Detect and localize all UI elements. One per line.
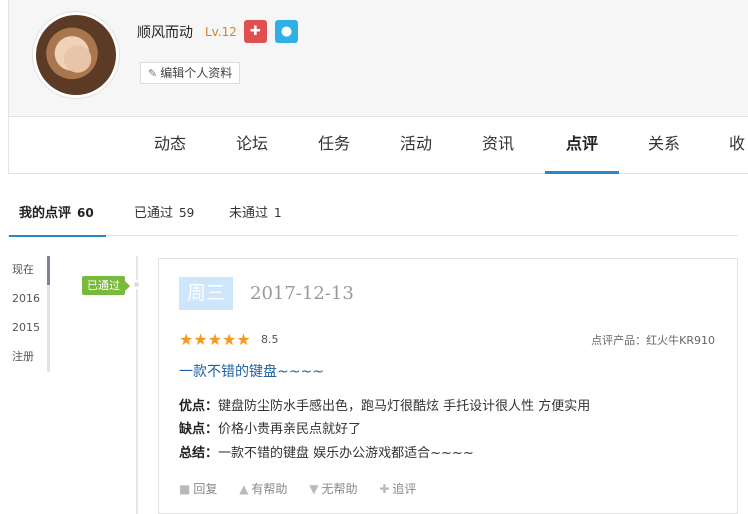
- nav-item-forum[interactable]: 论坛: [215, 117, 289, 174]
- review-date: 2017-12-13: [250, 283, 354, 304]
- water-drop-icon[interactable]: ●: [275, 20, 298, 43]
- cons-text: 价格小贵再亲民点就好了: [218, 422, 362, 437]
- tab-my-reviews-label: 我的点评: [19, 206, 72, 221]
- review-title[interactable]: 一款不错的键盘~~~~: [179, 361, 324, 381]
- timeline-item-now[interactable]: 现在: [8, 256, 50, 285]
- summary-text: 一款不错的键盘 娱乐办公游戏都适合~~~~: [218, 446, 474, 461]
- unhelpful-label: 无帮助: [321, 482, 358, 496]
- timeline-year-nav: 现在 2016 2015 注册: [8, 256, 50, 372]
- reply-button[interactable]: ■ 回复: [179, 480, 217, 497]
- status-badge: 已通过: [82, 276, 130, 295]
- timeline-dot: [132, 280, 141, 289]
- tab-my-reviews-count: 60: [77, 206, 94, 220]
- nav-item-favorites[interactable]: 收藏: [709, 117, 748, 174]
- helpful-label: 有帮助: [251, 482, 288, 496]
- review-cons: 缺点：价格小贵再亲民点就好了: [179, 418, 361, 437]
- tab-passed-label: 已通过: [134, 206, 174, 221]
- avatar[interactable]: [33, 12, 119, 98]
- avatar-photo: [36, 15, 116, 95]
- review-subtabs: 我的点评 60 已通过 59 未通过 1: [8, 194, 738, 237]
- review-product[interactable]: 点评产品：红火牛KR910: [591, 332, 715, 348]
- thumbs-down-icon: ▼: [309, 482, 319, 496]
- helpful-button[interactable]: ▲ 有帮助: [239, 480, 287, 497]
- main-nav: 动态 论坛 任务 活动 资讯 点评 关系 收藏: [8, 116, 748, 174]
- tab-not-passed-count: 1: [274, 206, 282, 220]
- edit-profile-button[interactable]: ✎ 编辑个人资料: [140, 62, 241, 84]
- tab-my-reviews[interactable]: 我的点评 60: [9, 194, 106, 237]
- pros-text: 键盘防尘防水手感出色，跑马灯很酷炫 手托设计很人性 方便实用: [218, 399, 591, 414]
- reply-label: 回复: [193, 482, 218, 496]
- nav-item-reviews[interactable]: 点评: [545, 117, 619, 174]
- timeline-item-2016[interactable]: 2016: [8, 285, 50, 314]
- timeline-item-2015[interactable]: 2015: [8, 314, 50, 343]
- gift-icon[interactable]: ✚: [244, 20, 267, 43]
- nav-item-news[interactable]: 资讯: [461, 117, 535, 174]
- thumbs-up-icon: ▲: [239, 482, 249, 496]
- unhelpful-button[interactable]: ▼ 无帮助: [309, 480, 357, 497]
- review-pros: 优点：键盘防尘防水手感出色，跑马灯很酷炫 手托设计很人性 方便实用: [179, 395, 590, 414]
- review-weekday: 周三: [179, 277, 234, 310]
- plus-icon: ✚: [379, 482, 390, 496]
- tab-passed-count: 59: [179, 206, 195, 220]
- nav-item-activities[interactable]: 活动: [379, 117, 453, 174]
- pencil-icon: ✎: [148, 67, 158, 80]
- review-summary: 总结：一款不错的键盘 娱乐办公游戏都适合~~~~: [179, 442, 474, 461]
- review-actions: ■ 回复 ▲ 有帮助 ▼ 无帮助 ✚ 追评: [179, 480, 434, 497]
- timeline-line: [136, 256, 138, 514]
- comment-icon: ■: [179, 482, 191, 496]
- tab-not-passed[interactable]: 未通过 1: [229, 194, 282, 236]
- edit-profile-label: 编辑个人资料: [160, 66, 233, 80]
- review-score: 8.5: [261, 333, 279, 346]
- timeline-item-register[interactable]: 注册: [8, 343, 50, 372]
- nav-item-dynamics[interactable]: 动态: [133, 117, 207, 174]
- follow-up-label: 追评: [392, 482, 417, 496]
- review-card: 周三 2017-12-13 ★★★★★ 8.5 点评产品：红火牛KR910 一款…: [158, 258, 738, 514]
- star-rating: ★★★★★: [179, 330, 251, 349]
- profile-header: 顺风而动 Lv.12 ✚ ● ✎ 编辑个人资料: [8, 0, 748, 116]
- follow-up-button[interactable]: ✚ 追评: [379, 480, 416, 497]
- tab-not-passed-label: 未通过: [229, 206, 269, 221]
- username[interactable]: 顺风而动: [137, 22, 193, 42]
- cons-label: 缺点：: [179, 422, 219, 437]
- nav-item-relations[interactable]: 关系: [627, 117, 701, 174]
- summary-label: 总结：: [179, 446, 219, 461]
- tab-passed[interactable]: 已通过 59: [134, 194, 194, 236]
- level-badge: Lv.12: [205, 25, 237, 39]
- nav-item-tasks[interactable]: 任务: [297, 117, 371, 174]
- pros-label: 优点：: [179, 399, 219, 414]
